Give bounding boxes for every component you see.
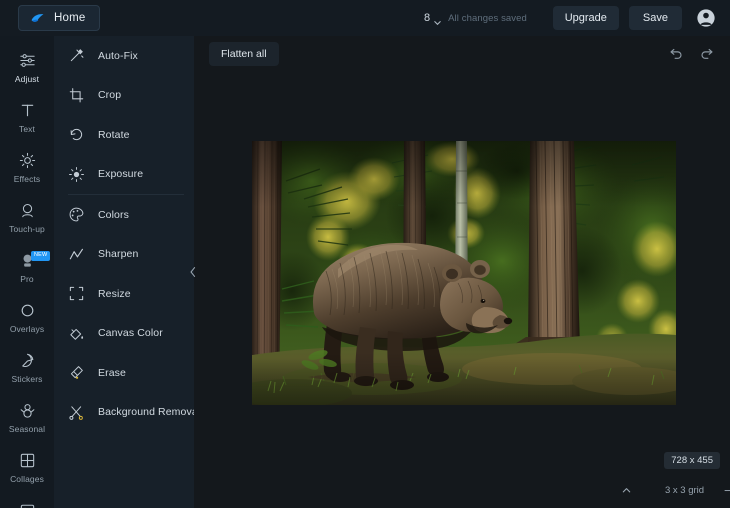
circle-icon: [17, 301, 37, 321]
rail-item-effects[interactable]: Effects: [0, 142, 54, 192]
face-icon: [17, 201, 37, 221]
rail-item-label: Collages: [10, 473, 44, 484]
sticker-icon: [17, 351, 37, 371]
panel-collapse-button[interactable]: [186, 264, 200, 284]
redo-arrow-icon[interactable]: [698, 46, 715, 63]
tool-label: Colors: [98, 208, 129, 221]
rail-item-collages[interactable]: Collages: [0, 442, 54, 492]
rail-item-label: Seasonal: [8, 423, 46, 434]
chevron-up-icon[interactable]: [618, 482, 634, 498]
top-bar: Home 8 All changes saved Upgrade Save: [0, 0, 730, 36]
eraser-icon: [68, 364, 85, 381]
tool-crop[interactable]: Crop: [54, 76, 194, 116]
rail-item-adjust[interactable]: Adjust: [0, 42, 54, 92]
text-t-icon: [17, 101, 37, 121]
brightness-icon: [68, 166, 85, 183]
grid-overlay-label[interactable]: 3 x 3 grid: [665, 485, 704, 496]
rail-item-label: Overlays: [9, 323, 45, 334]
account-circle-icon[interactable]: [696, 8, 716, 28]
image-icon: [17, 501, 37, 508]
rail-item-label: Adjust: [14, 73, 40, 84]
magic-wand-icon: [68, 47, 85, 64]
tool-resize[interactable]: Resize: [54, 274, 194, 314]
rail-item-touch-up[interactable]: Touch-up: [0, 192, 54, 242]
zigzag-icon: [68, 246, 85, 263]
image-canvas[interactable]: [252, 141, 676, 405]
scissors-icon: [68, 404, 85, 421]
rail-item-label: Pro: [20, 273, 34, 284]
rail-item-label: Text: [19, 123, 35, 134]
tool-label: Sharpen: [98, 248, 139, 261]
tool-label: Crop: [98, 89, 122, 102]
rail-item-stickers[interactable]: Stickers: [0, 342, 54, 392]
pro-new-badge: NEW: [31, 251, 51, 261]
tool-canvas-color[interactable]: Canvas Color: [54, 314, 194, 354]
zoom-out-button[interactable]: −: [724, 484, 730, 497]
category-rail: Adjust Text Effects Touch-up NEW Pro Ove…: [0, 36, 54, 508]
rail-item-photos[interactable]: Photos: [0, 492, 54, 508]
top-bar-right: Upgrade Save: [552, 0, 730, 36]
tool-erase[interactable]: Erase: [54, 353, 194, 393]
rotate-ccw-icon: [68, 126, 85, 143]
bottom-toolbar: 3 x 3 grid − + 100%: [388, 472, 730, 508]
undo-arrow-icon[interactable]: [667, 46, 684, 63]
save-status-text: All changes saved: [448, 12, 527, 24]
pixlr-logo-icon: [29, 10, 46, 27]
tool-colors[interactable]: Colors: [54, 195, 194, 235]
tool-label: Erase: [98, 366, 126, 379]
tool-rotate[interactable]: Rotate: [54, 115, 194, 155]
tool-auto-fix[interactable]: Auto-Fix: [54, 36, 194, 76]
rail-item-label: Touch-up: [9, 223, 45, 234]
rail-item-pro[interactable]: NEW Pro: [0, 242, 54, 292]
pixlr-editor-window: Home 8 All changes saved Upgrade Save Ad…: [0, 0, 730, 508]
grid-four-icon: [17, 451, 37, 471]
sliders-icon: [17, 51, 37, 71]
home-button[interactable]: Home: [18, 5, 101, 31]
history-buttons: [667, 46, 715, 63]
tool-background-removal[interactable]: Background Removal: [54, 393, 194, 433]
tool-exposure[interactable]: Exposure: [54, 155, 194, 195]
tool-label: Exposure: [98, 168, 144, 181]
rail-item-overlays[interactable]: Overlays: [0, 292, 54, 342]
image-dimensions-badge: 728 x 455: [664, 452, 720, 469]
crop-icon: [68, 87, 85, 104]
tool-label: Rotate: [98, 128, 130, 141]
canvas-area: Flatten all 728 x 455 3 x 3 grid −: [194, 36, 730, 508]
tool-label: Auto-Fix: [98, 49, 138, 62]
paint-bucket-icon: [68, 325, 85, 342]
rail-item-seasonal[interactable]: Seasonal: [0, 392, 54, 442]
top-bar-center: 8 All changes saved: [424, 0, 527, 36]
version-dropdown[interactable]: 8: [424, 12, 442, 25]
sparkle-icon: [17, 151, 37, 171]
resize-arrows-icon: [68, 285, 85, 302]
save-button[interactable]: Save: [628, 6, 682, 30]
chevron-down-icon: [433, 14, 442, 25]
flatten-all-button[interactable]: Flatten all: [209, 42, 279, 66]
chevron-left-icon: [189, 265, 197, 283]
version-number: 8: [424, 12, 431, 24]
rail-item-text[interactable]: Text: [0, 92, 54, 142]
upgrade-button[interactable]: Upgrade: [552, 6, 619, 30]
home-button-label: Home: [54, 12, 86, 24]
rail-item-label: Stickers: [11, 373, 43, 384]
snowman-icon: [17, 401, 37, 421]
bear-forest-photo: [252, 141, 676, 405]
adjust-tools-panel: Auto-Fix Crop Rotate Exposure Colors Sha…: [54, 36, 194, 508]
palette-icon: [68, 206, 85, 223]
tool-sharpen[interactable]: Sharpen: [54, 235, 194, 275]
tool-label: Background Removal: [98, 406, 194, 419]
tool-label: Resize: [98, 287, 131, 300]
tool-label: Canvas Color: [98, 327, 163, 340]
rail-item-label: Effects: [13, 173, 41, 184]
